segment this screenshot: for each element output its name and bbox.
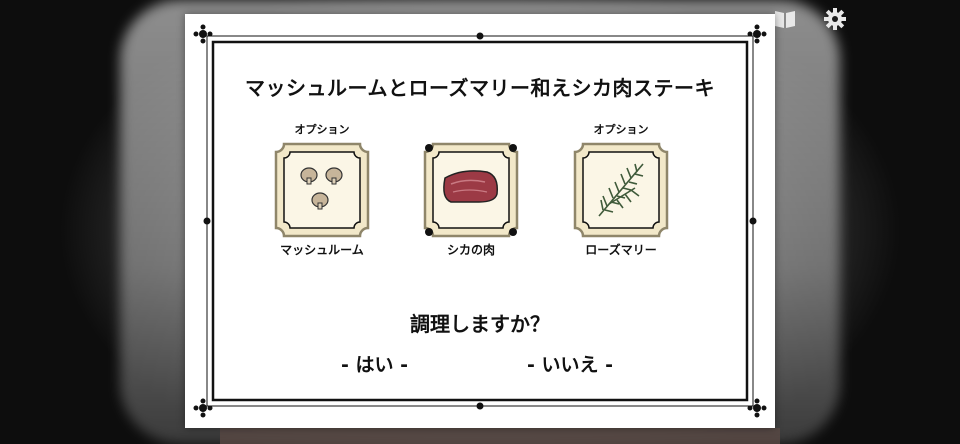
ingredient-slot-venison[interactable]: シカの肉 <box>411 122 531 258</box>
notebook-icon[interactable] <box>772 6 798 32</box>
gear-icon[interactable] <box>822 6 848 32</box>
ingredient-name: シカの肉 <box>446 243 495 257</box>
optional-tag: オプション <box>294 123 350 136</box>
recipe-title: マッシュルームとローズマリー和えシカ肉ステーキ <box>245 76 715 100</box>
ingredient-card <box>573 142 669 238</box>
venison-meat-icon <box>443 170 499 203</box>
ingredient-slot-rosemary[interactable]: オプション ローズマリー <box>561 122 681 258</box>
ingredient-card <box>274 142 370 238</box>
top-bar <box>772 6 848 32</box>
ingredient-card <box>423 142 519 238</box>
no-button[interactable]: - いいえ - <box>521 348 619 379</box>
optional-tag: オプション <box>593 123 649 136</box>
floor-strip <box>220 428 780 444</box>
cook-confirm-question: 調理しますか？ <box>410 312 550 336</box>
optional-tag <box>411 122 531 138</box>
yes-button[interactable]: - はい - <box>335 348 414 379</box>
ingredient-slot-mushroom[interactable]: オプション マッシュルーム <box>262 122 382 258</box>
ingredient-name: ローズマリー <box>585 243 657 257</box>
ingredient-name: マッシュルーム <box>280 243 364 257</box>
cooking-dialog: マッシュルームとローズマリー和えシカ肉ステーキ オプション マッシュルーム シカ… <box>185 14 775 428</box>
